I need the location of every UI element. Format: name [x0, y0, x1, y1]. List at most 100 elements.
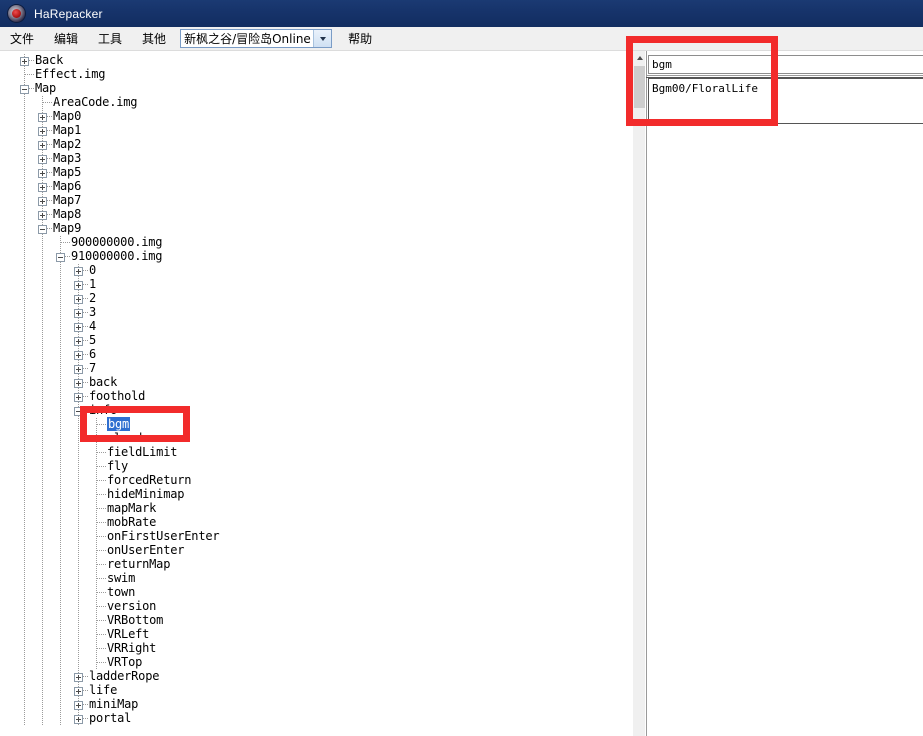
tree-node[interactable]: cloud — [0, 431, 632, 446]
tree-node-label[interactable]: info — [89, 403, 117, 417]
tree-node-label[interactable]: Map2 — [53, 137, 81, 151]
tree-node-label[interactable]: mapMark — [107, 501, 156, 515]
tree-vertical-scrollbar[interactable] — [632, 51, 645, 736]
tree-expand-icon[interactable] — [74, 715, 83, 724]
tree-node-label[interactable]: 3 — [89, 305, 96, 319]
tree-node-label[interactable]: ladderRope — [89, 669, 159, 683]
tree-node[interactable]: VRBottom — [0, 613, 632, 628]
tree-node-label[interactable]: Map7 — [53, 193, 81, 207]
tree-node-label[interactable]: returnMap — [107, 557, 170, 571]
menu-file[interactable]: 文件 — [0, 27, 44, 50]
tree-node-label[interactable]: version — [107, 599, 156, 613]
tree-node[interactable]: onUserEnter — [0, 543, 632, 558]
tree-node-label[interactable]: Map0 — [53, 109, 81, 123]
tree-expand-icon[interactable] — [74, 393, 83, 402]
tree-node[interactable]: forcedReturn — [0, 473, 632, 488]
tree-node-label[interactable]: Map — [35, 81, 56, 95]
tree-expand-icon[interactable] — [74, 281, 83, 290]
menu-other[interactable]: 其他 — [132, 27, 176, 50]
menu-help[interactable]: 帮助 — [338, 27, 382, 50]
tree-node[interactable]: info — [0, 403, 632, 418]
tree-node[interactable]: version — [0, 599, 632, 614]
tree-node[interactable]: 5 — [0, 333, 632, 348]
tree-node[interactable]: 6 — [0, 347, 632, 362]
node-value-input[interactable]: Bgm00/FloralLife — [648, 78, 923, 124]
tree-expand-icon[interactable] — [74, 323, 83, 332]
tree-node[interactable]: portal — [0, 711, 632, 726]
tree-node[interactable]: Map2 — [0, 137, 632, 152]
tree-node[interactable]: Map8 — [0, 207, 632, 222]
tree-collapse-icon[interactable] — [56, 253, 65, 262]
tree-node[interactable]: Map5 — [0, 165, 632, 180]
tree-node-label[interactable]: mobRate — [107, 515, 156, 529]
tree-node-label[interactable]: Effect.img — [35, 67, 105, 81]
tree-node[interactable]: town — [0, 585, 632, 600]
tree-node-label[interactable]: bgm — [107, 417, 131, 431]
tree-node-label[interactable]: fieldLimit — [107, 445, 177, 459]
tree-node[interactable]: fly — [0, 459, 632, 474]
tree-node-label[interactable]: onFirstUserEnter — [107, 529, 220, 543]
tree-node-label[interactable]: 6 — [89, 347, 96, 361]
tree-node-label[interactable]: VRBottom — [107, 613, 163, 627]
tree-node[interactable]: bgm — [0, 417, 632, 432]
tree-node[interactable]: Map6 — [0, 179, 632, 194]
tree-node[interactable]: swim — [0, 571, 632, 586]
tree-expand-icon[interactable] — [74, 267, 83, 276]
tree-node-label[interactable]: cloud — [107, 431, 142, 445]
tree-collapse-icon[interactable] — [20, 85, 29, 94]
tree-expand-icon[interactable] — [38, 155, 47, 164]
tree-node-label[interactable]: hideMinimap — [107, 487, 184, 501]
tree-node-label[interactable]: Map9 — [53, 221, 81, 235]
tree-expand-icon[interactable] — [74, 337, 83, 346]
tree-node-label[interactable]: VRTop — [107, 655, 142, 669]
tree-node-label[interactable]: town — [107, 585, 135, 599]
tree-expand-icon[interactable] — [74, 351, 83, 360]
menu-edit[interactable]: 编辑 — [44, 27, 88, 50]
tree-expand-icon[interactable] — [38, 113, 47, 122]
tree-node[interactable]: VRTop — [0, 655, 632, 670]
tree-node-label[interactable]: VRLeft — [107, 627, 149, 641]
tree-expand-icon[interactable] — [38, 141, 47, 150]
tree-node-label[interactable]: Map1 — [53, 123, 81, 137]
tree-node-label[interactable]: forcedReturn — [107, 473, 191, 487]
tree-expand-icon[interactable] — [74, 701, 83, 710]
tree-node-label[interactable]: Map3 — [53, 151, 81, 165]
wz-tree-panel[interactable]: Back Effect.img Map AreaCode.img Map0 Map1 Map… — [0, 51, 632, 736]
menu-tools[interactable]: 工具 — [88, 27, 132, 50]
tree-node[interactable]: AreaCode.img — [0, 95, 632, 110]
tree-node[interactable]: Effect.img — [0, 67, 632, 82]
tree-node-label[interactable]: AreaCode.img — [53, 95, 137, 109]
tree-node[interactable]: Map0 — [0, 109, 632, 124]
tree-expand-icon[interactable] — [74, 365, 83, 374]
tree-node[interactable]: 4 — [0, 319, 632, 334]
tree-expand-icon[interactable] — [74, 295, 83, 304]
tree-node-label[interactable]: foothold — [89, 389, 145, 403]
tree-node-label[interactable]: 910000000.img — [71, 249, 163, 263]
tree-node-label[interactable]: miniMap — [89, 697, 138, 711]
tree-node[interactable]: VRLeft — [0, 627, 632, 642]
tree-node-label[interactable]: back — [89, 375, 117, 389]
tree-node[interactable]: 1 — [0, 277, 632, 292]
tree-node[interactable]: miniMap — [0, 697, 632, 712]
tree-node[interactable]: Map9 — [0, 221, 632, 236]
tree-node[interactable]: 910000000.img — [0, 249, 632, 264]
tree-node-label[interactable]: Map5 — [53, 165, 81, 179]
tree-node[interactable]: 0 — [0, 263, 632, 278]
tree-node-label[interactable]: Back — [35, 53, 63, 67]
tree-node-label[interactable]: 900000000.img — [71, 235, 163, 249]
chevron-down-icon[interactable] — [313, 30, 332, 47]
tree-node-label[interactable]: life — [89, 683, 117, 697]
tree-node[interactable]: Map3 — [0, 151, 632, 166]
tree-node-label[interactable]: 4 — [89, 319, 96, 333]
tree-expand-icon[interactable] — [74, 673, 83, 682]
tree-expand-icon[interactable] — [38, 127, 47, 136]
tree-node-label[interactable]: Map6 — [53, 179, 81, 193]
tree-node[interactable]: foothold — [0, 389, 632, 404]
tree-node[interactable]: life — [0, 683, 632, 698]
tree-node-label[interactable]: 7 — [89, 361, 96, 375]
tree-node[interactable]: ladderRope — [0, 669, 632, 684]
tree-node[interactable]: 7 — [0, 361, 632, 376]
tree-node[interactable]: Map1 — [0, 123, 632, 138]
tree-node[interactable]: onFirstUserEnter — [0, 529, 632, 544]
tree-node[interactable]: hideMinimap — [0, 487, 632, 502]
